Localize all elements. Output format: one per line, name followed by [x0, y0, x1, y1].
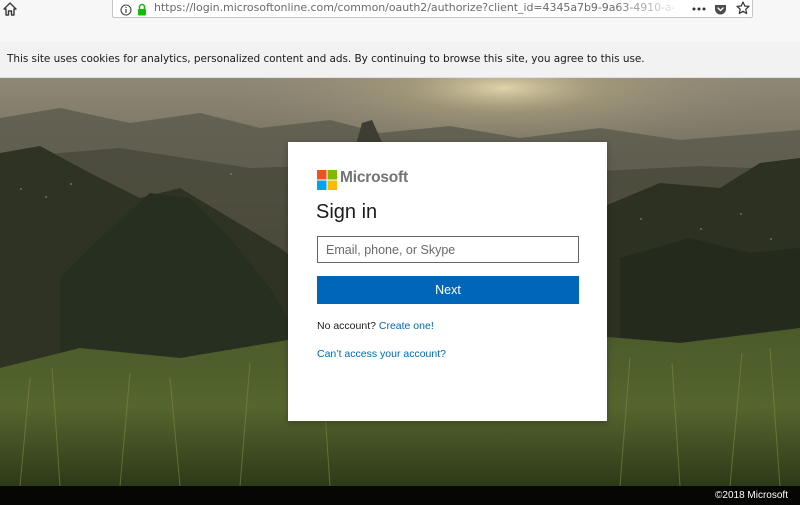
copyright-text: ©2018 Microsoft: [715, 490, 788, 501]
page-title: Sign in: [316, 201, 378, 223]
address-bar[interactable]: https://login.microsoftonline.com/common…: [112, 0, 753, 18]
url-fade: [613, 0, 683, 16]
cant-access-row: Can’t access your account?: [317, 348, 446, 360]
create-account-link[interactable]: Create one!: [379, 320, 434, 332]
pocket-icon[interactable]: [714, 1, 727, 15]
cant-access-link[interactable]: Can’t access your account?: [317, 348, 446, 360]
next-button[interactable]: Next: [317, 276, 579, 304]
microsoft-logo-icon: [317, 170, 337, 190]
cookie-banner: This site uses cookies for analytics, pe…: [0, 42, 800, 78]
microsoft-wordmark: Microsoft: [340, 169, 408, 186]
home-icon[interactable]: [2, 1, 18, 17]
browser-toolbar: https://login.microsoftonline.com/common…: [0, 0, 800, 20]
lock-icon[interactable]: [137, 1, 147, 16]
signin-card: Microsoft Sign in Next No account? Creat…: [288, 142, 607, 421]
cookie-banner-text: This site uses cookies for analytics, pe…: [7, 53, 645, 65]
star-icon[interactable]: [736, 0, 750, 15]
email-field[interactable]: [317, 236, 579, 263]
more-icon[interactable]: [691, 1, 707, 15]
footer: ©2018 Microsoft: [0, 486, 800, 505]
info-icon[interactable]: [120, 1, 132, 16]
toolbar-spacer: [0, 20, 800, 42]
no-account-row: No account? Create one!: [317, 320, 434, 332]
no-account-label: No account?: [317, 320, 379, 332]
url-text[interactable]: https://login.microsoftonline.com/common…: [154, 1, 674, 15]
